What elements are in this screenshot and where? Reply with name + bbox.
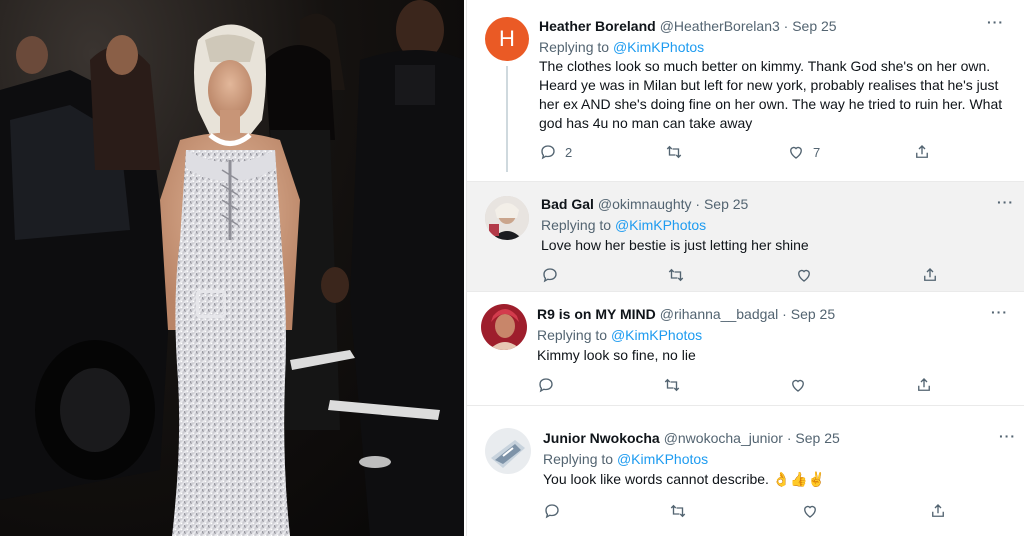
share-button[interactable] xyxy=(913,143,931,161)
photo-illustration xyxy=(0,0,464,536)
reply-tweet[interactable]: R9 is on MY MIND @rihanna__badgal · Sep 2… xyxy=(467,292,1024,406)
tweet-date[interactable]: Sep 25 xyxy=(704,196,748,212)
avatar[interactable] xyxy=(485,196,529,240)
reply-icon xyxy=(539,378,553,393)
like-icon xyxy=(798,269,810,282)
avatar-image xyxy=(481,304,527,350)
reply-icon xyxy=(543,268,557,283)
share-icon xyxy=(932,504,944,517)
retweet-icon xyxy=(666,145,682,159)
retweet-icon xyxy=(670,504,686,518)
display-name[interactable]: R9 is on MY MIND xyxy=(537,306,656,322)
display-name[interactable]: Heather Boreland xyxy=(539,18,656,34)
mention-link[interactable]: @KimKPhotos xyxy=(617,451,708,467)
share-icon xyxy=(924,268,936,281)
more-icon[interactable]: ··· xyxy=(987,14,1004,30)
reply-button[interactable] xyxy=(537,376,555,394)
replying-label: Replying to xyxy=(537,327,608,343)
tweet-date[interactable]: Sep 25 xyxy=(791,306,835,322)
reply-icon xyxy=(541,145,555,160)
like-icon xyxy=(792,379,804,392)
tweet-text: You look like words cannot describe. xyxy=(543,471,769,487)
avatar[interactable] xyxy=(485,428,531,474)
replying-label: Replying to xyxy=(543,451,614,467)
display-name[interactable]: Bad Gal xyxy=(541,196,594,212)
reply-tweet[interactable]: Bad Gal @okimnaughty · Sep 25 ··· Replyin… xyxy=(467,182,1024,292)
tweet-header: R9 is on MY MIND @rihanna__badgal · Sep 2… xyxy=(537,306,836,322)
more-icon[interactable]: ··· xyxy=(999,428,1016,444)
replying-to: Replying to @KimKPhotos xyxy=(543,451,708,467)
tweet-header: Heather Boreland @HeatherBorelan3 · Sep 2… xyxy=(539,18,837,34)
reply-button[interactable]: 2 xyxy=(539,143,572,161)
more-icon[interactable]: ··· xyxy=(991,304,1008,320)
reply-count: 2 xyxy=(565,144,573,160)
replying-label: Replying to xyxy=(541,217,612,233)
like-button[interactable] xyxy=(795,266,813,284)
replying-to: Replying to @KimKPhotos xyxy=(541,217,706,233)
avatar[interactable]: H xyxy=(485,17,529,61)
share-icon xyxy=(918,378,930,391)
user-handle[interactable]: @rihanna__badgal xyxy=(660,306,779,322)
like-button[interactable]: 7 xyxy=(787,143,820,161)
user-handle[interactable]: @nwokocha_junior xyxy=(664,430,783,446)
celebrity-photo xyxy=(0,0,464,536)
replying-label: Replying to xyxy=(539,39,610,55)
mention-link[interactable]: @KimKPhotos xyxy=(613,39,704,55)
like-count: 7 xyxy=(813,144,821,160)
retweet-icon xyxy=(668,268,684,282)
share-icon xyxy=(916,145,928,158)
retweet-icon xyxy=(664,378,680,392)
tweet-header: Bad Gal @okimnaughty · Sep 25 xyxy=(541,196,749,212)
like-button[interactable] xyxy=(789,376,807,394)
share-button[interactable] xyxy=(929,502,947,520)
avatar-image xyxy=(485,428,531,474)
tweet-text: The clothes look so much better on kimmy… xyxy=(539,58,1003,131)
tweet-date[interactable]: Sep 25 xyxy=(795,430,839,446)
tweet-text: Love how her bestie is just letting her … xyxy=(541,237,809,253)
like-icon xyxy=(804,505,816,518)
more-icon[interactable]: ··· xyxy=(997,194,1014,210)
like-icon xyxy=(790,146,802,159)
replying-to: Replying to @KimKPhotos xyxy=(537,327,702,343)
avatar[interactable] xyxy=(481,304,527,350)
user-handle[interactable]: @HeatherBorelan3 xyxy=(660,18,780,34)
mention-link[interactable]: @KimKPhotos xyxy=(615,217,706,233)
reply-icon xyxy=(545,504,559,519)
retweet-button[interactable] xyxy=(667,266,685,284)
emoji-reactions: 👌👍✌ xyxy=(772,471,826,487)
like-button[interactable] xyxy=(801,502,819,520)
reply-tweet[interactable]: H Heather Boreland @HeatherBorelan3 · Sep… xyxy=(467,0,1024,182)
reply-button[interactable] xyxy=(543,502,561,520)
tweet-text: Kimmy look so fine, no lie xyxy=(537,347,696,363)
retweet-button[interactable] xyxy=(669,502,687,520)
thread-connector xyxy=(506,66,508,172)
mention-link[interactable]: @KimKPhotos xyxy=(611,327,702,343)
replying-to: Replying to @KimKPhotos xyxy=(539,39,704,55)
tweet-text-row: You look like words cannot describe. 👌👍✌ xyxy=(543,470,1003,489)
avatar-image xyxy=(485,196,529,240)
reply-feed: H Heather Boreland @HeatherBorelan3 · Sep… xyxy=(466,0,1024,536)
display-name[interactable]: Junior Nwokocha xyxy=(543,430,660,446)
share-button[interactable] xyxy=(915,376,933,394)
reply-tweet[interactable]: Junior Nwokocha @nwokocha_junior · Sep 25… xyxy=(467,406,1024,536)
user-handle[interactable]: @okimnaughty xyxy=(598,196,692,212)
retweet-button[interactable] xyxy=(663,376,681,394)
reply-button[interactable] xyxy=(541,266,559,284)
share-button[interactable] xyxy=(921,266,939,284)
tweet-header: Junior Nwokocha @nwokocha_junior · Sep 25 xyxy=(543,430,840,446)
tweet-date[interactable]: Sep 25 xyxy=(792,18,836,34)
retweet-button[interactable] xyxy=(665,143,683,161)
